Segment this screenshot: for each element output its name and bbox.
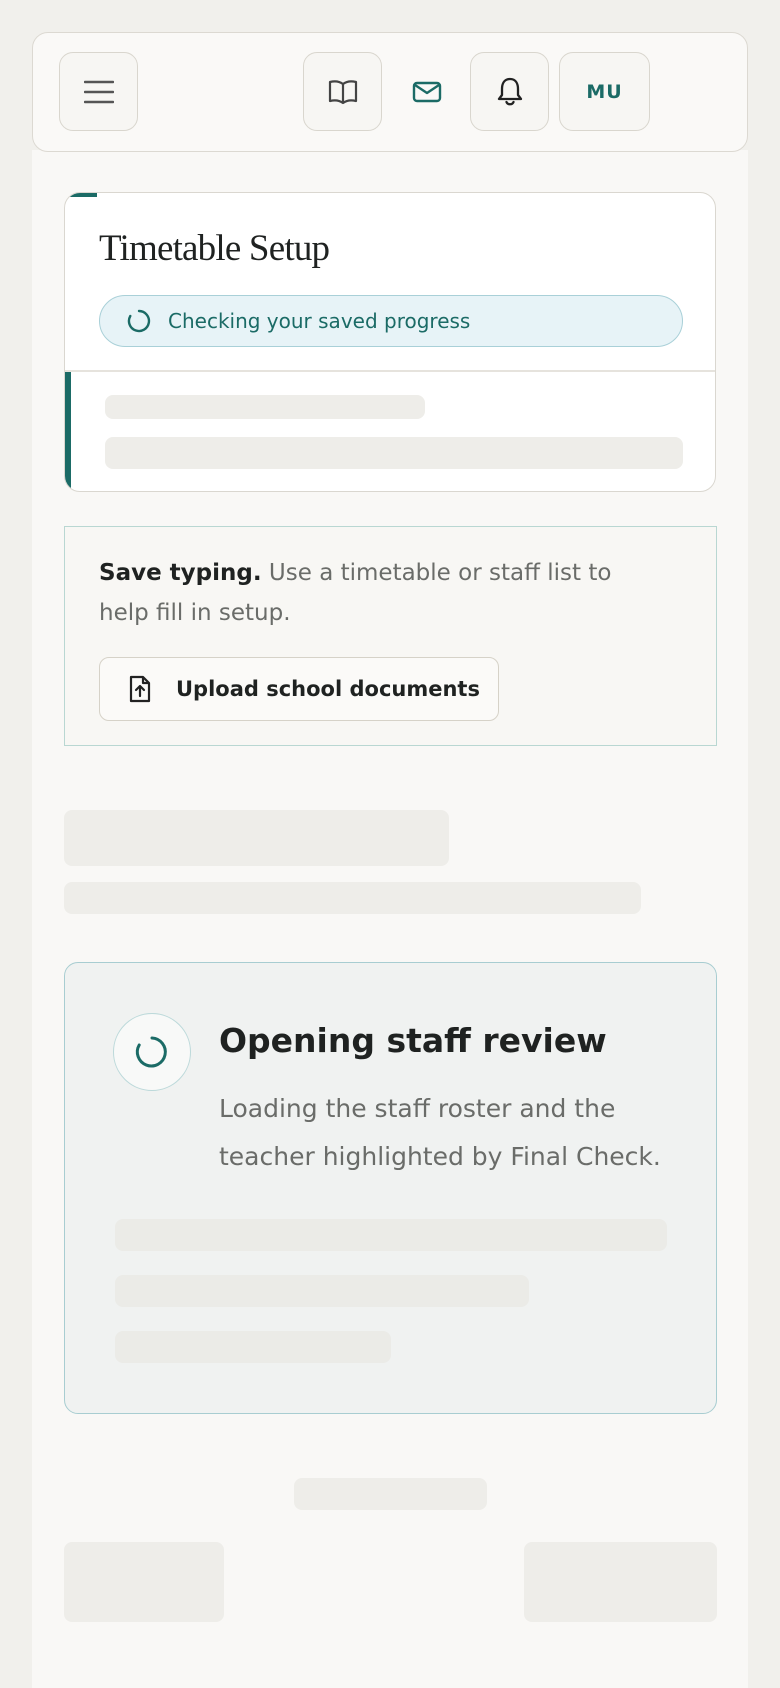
skeleton-line	[64, 882, 641, 914]
upload-hint-lead: Save typing.	[99, 560, 262, 586]
file-upload-icon	[129, 675, 151, 703]
skeleton-line	[115, 1219, 667, 1251]
skeleton-heading	[64, 810, 449, 866]
skeleton-line	[105, 395, 425, 419]
upload-documents-card: Save typing. Use a timetable or staff li…	[64, 526, 717, 746]
review-description: Loading the staff roster and the teacher…	[219, 1094, 661, 1171]
upload-button-label: Upload school documents	[176, 677, 480, 701]
bell-icon	[497, 77, 522, 105]
top-navigation-bar: MU	[32, 32, 748, 152]
upload-hint: Save typing. Use a timetable or staff li…	[99, 553, 659, 633]
page-title: Timetable Setup	[99, 228, 330, 269]
timetable-setup-card: Timetable Setup Checking your saved prog…	[64, 192, 716, 492]
skeleton-button	[524, 1542, 717, 1622]
notifications-button[interactable]	[470, 52, 549, 131]
mail-icon	[412, 81, 441, 102]
review-spinner-badge	[113, 1013, 191, 1091]
skeleton-line	[294, 1478, 487, 1510]
menu-icon	[83, 80, 114, 103]
card-divider	[65, 370, 715, 372]
loading-spinner-icon	[135, 1036, 167, 1068]
skeleton-button	[64, 1542, 224, 1622]
status-text: Checking your saved progress	[168, 309, 471, 333]
saved-progress-status: Checking your saved progress	[99, 295, 683, 347]
review-title: Opening staff review	[219, 1021, 607, 1060]
guide-button[interactable]	[303, 52, 382, 131]
staff-review-loading-card: Opening staff review Loading the staff r…	[64, 962, 717, 1414]
skeleton-line	[115, 1331, 391, 1363]
book-open-icon	[328, 79, 357, 104]
user-avatar-button[interactable]: MU	[559, 52, 650, 131]
upload-documents-button[interactable]: Upload school documents	[99, 657, 499, 721]
loading-spinner-icon	[127, 309, 151, 333]
skeleton-line	[105, 437, 683, 469]
card-accent-top	[65, 193, 97, 197]
avatar-initials: MU	[586, 80, 623, 103]
messages-button[interactable]	[387, 52, 466, 131]
card-accent-left	[65, 371, 71, 491]
skeleton-line	[115, 1275, 529, 1307]
menu-button[interactable]	[59, 52, 138, 131]
